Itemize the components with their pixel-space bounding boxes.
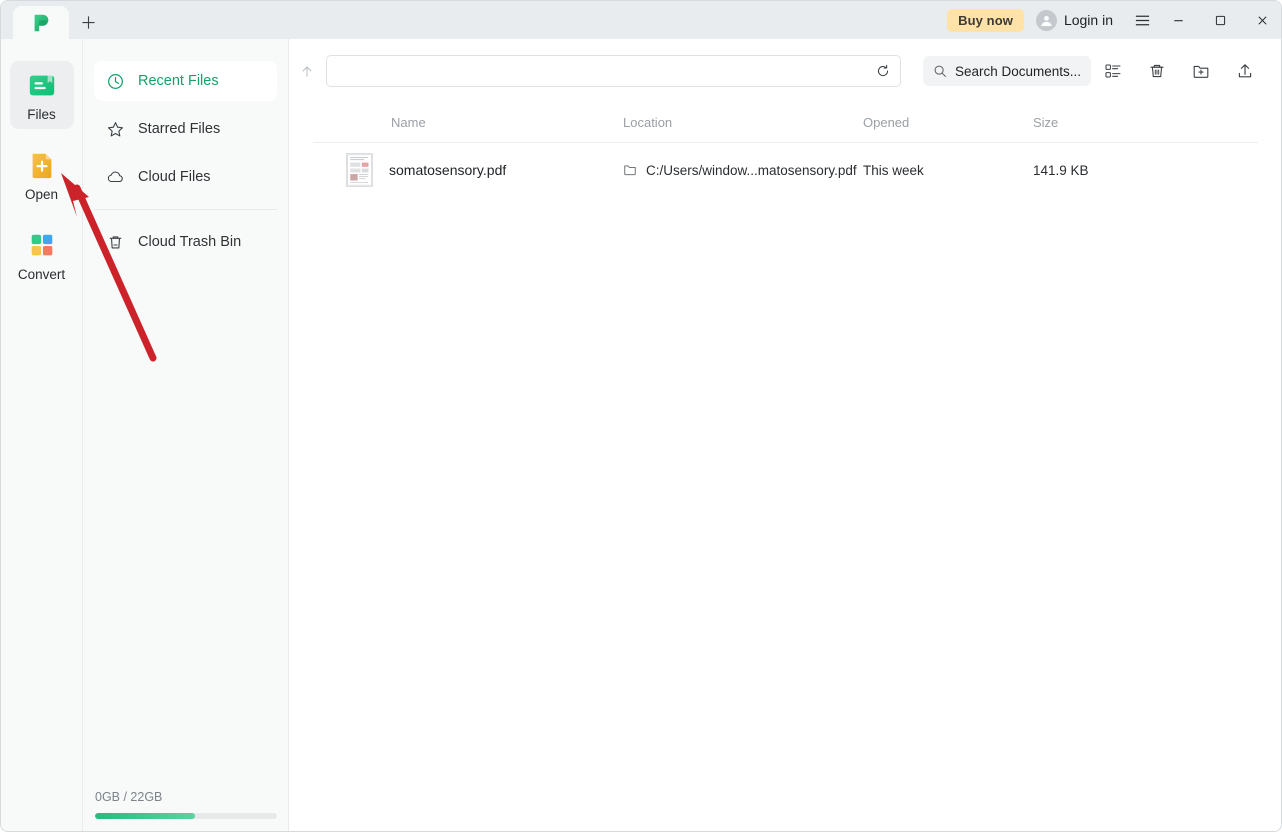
rail-item-convert[interactable]: Convert [10,221,74,289]
content-toolbar: Search Documents... [289,39,1281,103]
column-header-name[interactable]: Name [313,115,623,130]
sidebar-item-cloud-files[interactable]: Cloud Files [94,157,277,197]
file-name-label: somatosensory.pdf [389,162,507,178]
search-icon [934,65,946,77]
upload-share-icon [1238,64,1252,78]
hamburger-menu-icon [1135,15,1149,25]
refresh-button[interactable] [866,56,900,86]
cell-name: somatosensory.pdf [313,153,623,187]
column-header-location[interactable]: Location [623,115,863,130]
login-button[interactable]: Login in [1064,12,1113,28]
search-placeholder: Search Documents... [955,63,1082,79]
share-button[interactable] [1223,51,1267,91]
list-view-icon [1105,64,1121,78]
rail-item-label: Files [27,107,56,122]
navigate-up-button[interactable] [294,58,320,84]
trash-icon [109,235,122,248]
plus-icon [81,16,95,29]
sidebar-item-label: Recent Files [138,73,219,89]
convert-icon [31,234,52,256]
cloud-icon [107,171,123,182]
files-table: Name Location Opened Size somatosensory.… [289,103,1281,197]
table-header-row: Name Location Opened Size [313,103,1258,143]
storage-label: 0GB / 22GB [95,790,163,804]
new-tab-button[interactable] [69,6,107,39]
main-content: Search Documents... Name Location Opened… [289,39,1281,831]
star-icon [108,121,123,137]
arrow-up-icon [302,66,312,77]
cell-location: C:/Users/window...matosensory.pdf [623,163,863,178]
sidebar-item-label: Cloud Trash Bin [138,234,242,250]
buy-now-button[interactable]: Buy now [947,8,1024,32]
table-row[interactable]: somatosensory.pdf C:/Users/window...mato… [313,143,1258,197]
open-file-icon [32,153,51,179]
close-icon [1257,15,1267,25]
main-menu-button[interactable] [1127,12,1157,29]
toolbar-actions [1091,51,1267,91]
cell-opened: This week [863,162,924,178]
left-rail: Files Open Convert [1,39,83,831]
address-input[interactable] [327,56,866,86]
rail-item-open[interactable]: Open [10,141,74,209]
avatar[interactable] [1035,9,1057,31]
nav-panel: Recent Files Starred Files Cloud Files C… [83,39,289,831]
file-location-label: C:/Users/window...matosensory.pdf [646,162,857,178]
address-bar[interactable] [326,55,901,87]
rail-item-label: Convert [17,267,66,282]
minimize-icon [1173,19,1183,21]
column-header-size[interactable]: Size [1033,115,1173,130]
view-toggle-button[interactable] [1091,51,1135,91]
sidebar-item-cloud-trash-bin[interactable]: Cloud Trash Bin [94,222,277,262]
new-folder-icon [1193,65,1209,78]
nav-divider [94,209,277,210]
sidebar-item-label: Cloud Files [138,169,211,185]
storage-indicator: 0GB / 22GB [83,790,289,819]
clock-icon [108,73,123,89]
trash-bin-icon [1150,64,1164,78]
maximize-button[interactable] [1199,1,1241,39]
folder-icon [624,165,636,176]
pdf-page-thumbnail-icon [346,153,373,187]
search-input[interactable]: Search Documents... [923,56,1091,86]
column-header-opened[interactable]: Opened [863,115,1033,130]
sidebar-item-recent-files[interactable]: Recent Files [94,61,277,101]
app-logo-icon [34,14,49,31]
rail-item-files[interactable]: Files [9,61,74,129]
delete-button[interactable] [1135,51,1179,91]
minimize-button[interactable] [1157,1,1199,39]
tab-app-home[interactable] [13,6,69,39]
storage-progress-fill [95,813,196,819]
cell-size: 141.9 KB [1033,162,1089,178]
window-controls-group: Buy now Login in [947,1,1281,39]
app-window: Buy now Login in Files Open Convert Rece… [0,0,1282,832]
rail-item-label: Open [24,187,59,202]
tab-strip [1,1,107,39]
table-body: somatosensory.pdf C:/Users/window...mato… [313,143,1258,197]
close-button[interactable] [1241,1,1281,39]
storage-progress-track [95,813,277,819]
refresh-icon [877,64,889,77]
sidebar-item-starred-files[interactable]: Starred Files [94,109,277,149]
user-icon [1041,15,1052,26]
new-folder-button[interactable] [1179,51,1223,91]
maximize-icon [1215,15,1225,25]
files-icon [29,75,54,96]
title-bar: Buy now Login in [1,1,1281,39]
sidebar-item-label: Starred Files [138,121,221,137]
